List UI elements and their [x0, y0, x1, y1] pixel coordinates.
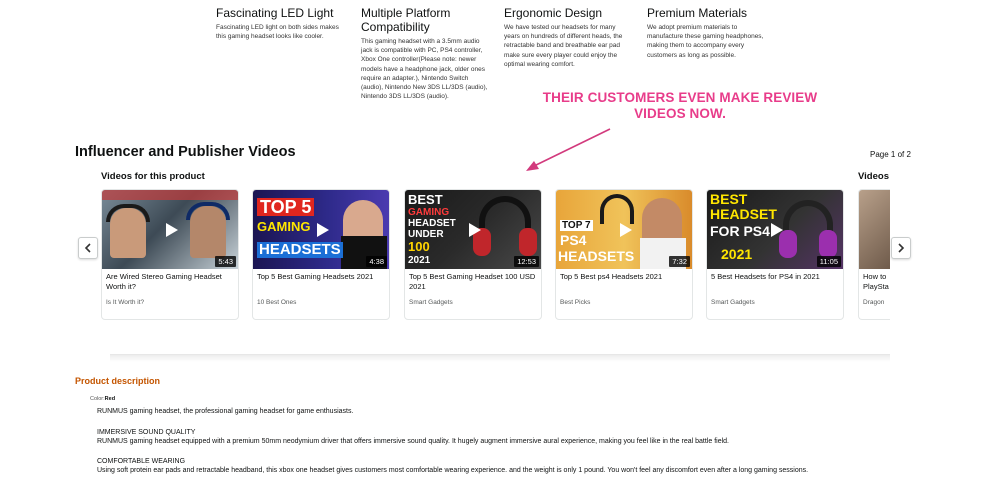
color-label: Color:	[90, 396, 105, 402]
feature-title: Fascinating LED Light	[216, 6, 334, 20]
thumb-text: BEST	[710, 191, 748, 207]
earcup-shape	[519, 228, 537, 256]
video-card[interactable]: TOP 5 GAMING HEADSETS 4:38 Top 5 Best Ga…	[252, 189, 390, 320]
description-line: Using soft protein ear pads and retracta…	[97, 467, 809, 474]
video-duration: 4:38	[366, 256, 387, 267]
description-heading: COMFORTABLE WEARING	[97, 458, 186, 465]
video-thumbnail[interactable]: 5:43	[102, 190, 238, 269]
chevron-left-icon	[84, 243, 91, 253]
feature-compatibility: Multiple Platform Compatibility This gam…	[361, 6, 489, 101]
chevron-right-icon	[898, 243, 905, 253]
video-author: Is It Worth it?	[106, 299, 145, 306]
video-thumbnail[interactable]: BEST GAMING HEADSET UNDER 100 2021 12:53	[405, 190, 541, 269]
background-light	[102, 190, 238, 200]
videos-subtitle-partial: Videos	[858, 171, 889, 182]
video-card[interactable]: BEST GAMING HEADSET UNDER 100 2021 12:53…	[404, 189, 542, 320]
play-icon	[166, 222, 178, 237]
annotation-line: THEIR CUSTOMERS EVEN MAKE REVIEW	[542, 90, 818, 105]
carousel-next-button[interactable]	[891, 237, 911, 259]
feature-title: Premium Materials	[647, 6, 748, 20]
thumb-text: GAMING	[257, 219, 311, 234]
video-author: Smart Gadgets	[409, 299, 453, 306]
product-description-title: Product description	[75, 376, 161, 386]
thumb-text: 2021	[721, 246, 753, 262]
play-icon	[469, 222, 481, 237]
thumb-text: FOR PS4	[710, 223, 770, 239]
carousel-prev-button[interactable]	[78, 237, 98, 259]
earcup-shape	[819, 230, 837, 258]
review-annotation: THEIR CUSTOMERS EVEN MAKE REVIEW VIDEOS …	[520, 90, 840, 122]
thumb-text: TOP 7	[560, 220, 593, 231]
feature-materials: Premium Materials We adopt premium mater…	[647, 6, 775, 60]
product-color: Color:Red	[90, 396, 115, 402]
feature-columns: Fascinating LED Light Fascinating LED li…	[0, 6, 1000, 116]
feature-ergonomic: Ergonomic Design We have tested our head…	[504, 6, 632, 69]
play-icon	[620, 222, 632, 237]
video-thumbnail[interactable]: BEST HEADSET FOR PS4 2021 11:05	[707, 190, 843, 269]
section-title: Influencer and Publisher Videos	[75, 144, 296, 160]
thumb-text: BEST	[408, 192, 443, 207]
thumb-text: 100	[408, 239, 430, 254]
annotation-line: VIDEOS NOW.	[634, 106, 726, 121]
section-divider	[110, 354, 890, 362]
feature-led: Fascinating LED Light Fascinating LED li…	[216, 6, 341, 41]
video-duration: 7:32	[669, 256, 690, 267]
video-card[interactable]: BEST HEADSET FOR PS4 2021 11:05 5 Best H…	[706, 189, 844, 320]
video-author: 10 Best Ones	[257, 299, 297, 306]
headset-shape	[186, 202, 230, 220]
video-duration: 12:53	[514, 256, 539, 267]
feature-text: We have tested our headsets for many yea…	[504, 24, 623, 68]
video-author: Smart Gadgets	[711, 299, 755, 306]
description-line: RUNMUS gaming headset equipped with a pr…	[97, 438, 729, 445]
thumb-text: GAMING	[408, 207, 450, 218]
headset-shape	[106, 204, 150, 222]
video-duration: 5:43	[215, 256, 236, 267]
video-title[interactable]: Are Wired Stereo Gaming Headset Worth it…	[102, 269, 238, 293]
video-thumbnail[interactable]: TOP 7 PS4 HEADSETS 7:32	[556, 190, 692, 269]
feature-text: This gaming headset with a 3.5mm audio j…	[361, 38, 488, 101]
color-value: Red	[104, 396, 116, 402]
annotation-arrow-icon	[526, 128, 611, 171]
play-icon	[317, 222, 329, 237]
video-duration: 11:05	[816, 256, 841, 267]
video-thumbnail[interactable]: TOP 5 GAMING HEADSETS 4:38	[253, 190, 389, 269]
feature-title: Ergonomic Design	[504, 6, 603, 20]
video-title[interactable]: Top 5 Best ps4 Headsets 2021	[556, 269, 692, 293]
video-author: Best Picks	[560, 299, 591, 306]
video-title[interactable]: Top 5 Best Gaming Headsets 2021	[253, 269, 389, 293]
play-icon	[771, 222, 783, 237]
feature-text: Fascinating LED light on both sides make…	[216, 24, 339, 41]
video-card[interactable]: TOP 7 PS4 HEADSETS 7:32 Top 5 Best ps4 H…	[555, 189, 693, 320]
feature-title: Multiple Platform Compatibility	[361, 6, 451, 34]
video-thumbnail[interactable]	[859, 190, 890, 269]
thumb-text: PS4	[560, 232, 587, 248]
video-title[interactable]: How to PlaySta	[859, 269, 890, 293]
video-title[interactable]: Top 5 Best Gaming Headset 100 USD 2021	[405, 269, 541, 293]
description-heading: IMMERSIVE SOUND QUALITY	[97, 429, 196, 436]
description-line: RUNMUS gaming headset, the professional …	[97, 408, 354, 415]
video-card[interactable]: How to PlaySta Dragon	[858, 189, 890, 320]
video-card[interactable]: 5:43 Are Wired Stereo Gaming Headset Wor…	[101, 189, 239, 320]
page-indicator: Page 1 of 2	[870, 150, 911, 159]
thumb-text: UNDER	[408, 229, 444, 240]
thumb-text: 2021	[408, 255, 431, 266]
thumb-text: HEADSET	[408, 218, 456, 229]
video-author: Dragon	[863, 299, 885, 306]
thumb-text: TOP 5	[257, 198, 315, 217]
videos-subtitle: Videos for this product	[101, 171, 205, 182]
feature-text: We adopt premium materials to manufactur…	[647, 24, 764, 59]
video-title[interactable]: 5 Best Headsets for PS4 in 2021	[707, 269, 843, 293]
thumb-text: HEADSETS	[558, 248, 635, 264]
thumb-text: HEADSETS	[257, 241, 343, 258]
